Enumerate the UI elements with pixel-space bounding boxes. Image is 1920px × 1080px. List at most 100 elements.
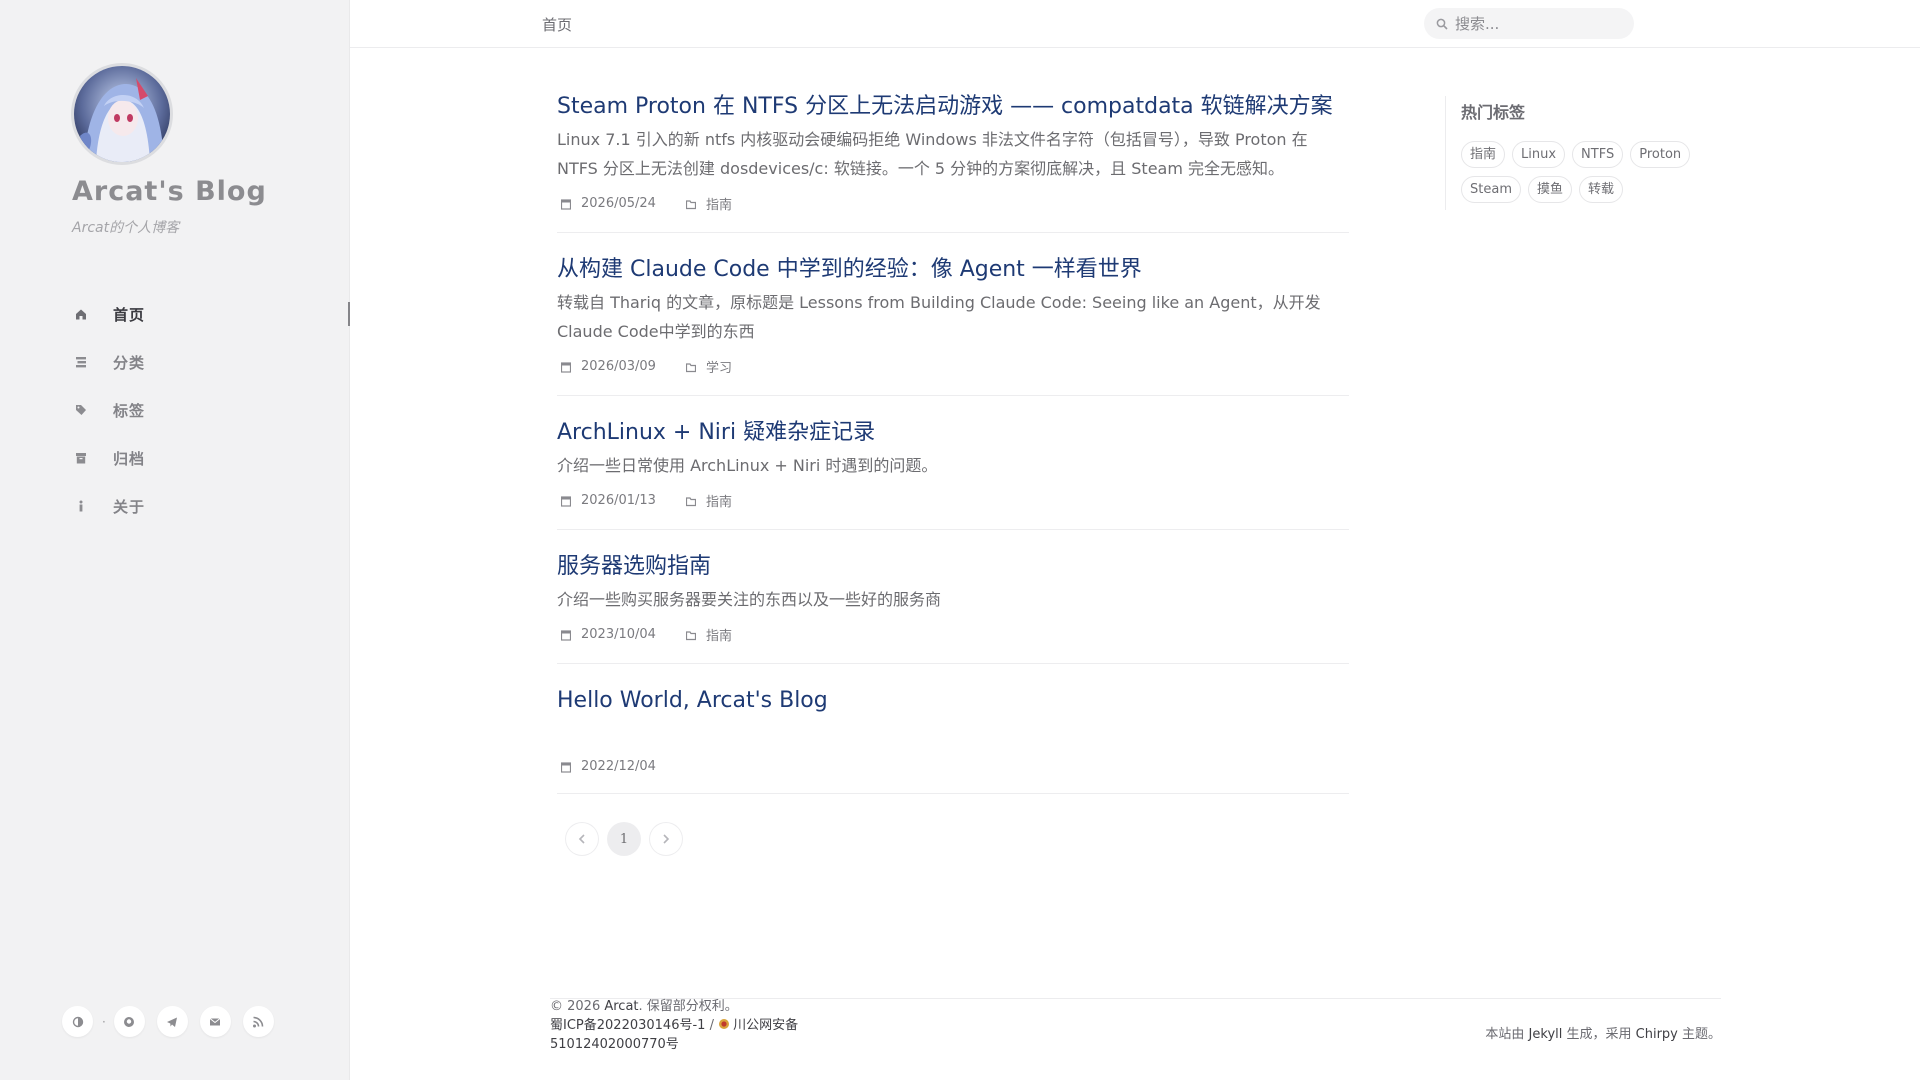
footer-right: 本站由 Jekyll 生成，采用 Chirpy 主题。 — [1485, 1023, 1721, 1042]
post-title[interactable]: Steam Proton 在 NTFS 分区上无法启动游戏 —— compatd… — [557, 92, 1349, 122]
pagination: 1 — [565, 822, 691, 856]
post-date: 2026/05/24 — [581, 196, 656, 211]
folder-icon — [685, 198, 696, 210]
tag-chip[interactable]: Linux — [1512, 141, 1566, 168]
folder-icon — [685, 495, 696, 507]
copyright-line: © 2026 Arcat. 保留部分权利。 — [550, 997, 798, 1016]
search-box[interactable] — [1424, 8, 1634, 39]
police-record-number[interactable]: 51012402000770号 — [550, 1037, 679, 1052]
tag-chip[interactable]: Steam — [1461, 176, 1521, 203]
panel-title: 热门标签 — [1461, 103, 1526, 122]
post-excerpt: 介绍一些日常使用 ArchLinux + Niri 时遇到的问题。 — [557, 456, 938, 475]
sidebar-item-about[interactable]: 关于 — [0, 482, 350, 530]
post-date: 2026/03/09 — [581, 359, 656, 374]
sidebar-item-label: 归档 — [113, 449, 146, 468]
theme-toggle-button[interactable] — [62, 1006, 93, 1037]
tag-chip[interactable]: NTFS — [1572, 141, 1624, 168]
sidebar-item-archives[interactable]: 归档 — [0, 434, 350, 482]
post-card[interactable]: ArchLinux + Niri 疑难杂症记录 介绍一些日常使用 ArchLin… — [557, 396, 1349, 530]
post-category: 指南 — [705, 495, 732, 510]
prev-page-button[interactable] — [565, 822, 599, 856]
folder-icon — [685, 629, 696, 641]
sidebar: Arcat's Blog Arcat的个人博客 首页 分类 标签 归档 关于 · — [0, 0, 350, 1080]
next-page-button[interactable] — [649, 822, 683, 856]
built-prefix: 本站由 — [1485, 1027, 1529, 1042]
post-category: 指南 — [705, 198, 732, 213]
home-icon — [75, 307, 87, 321]
github-icon — [124, 1016, 135, 1027]
post-category: 指南 — [705, 629, 732, 644]
post-excerpt: Linux 7.1 引入的新 ntfs 内核驱动会硬编码拒绝 Windows 非… — [557, 130, 1308, 178]
calendar-icon — [561, 761, 571, 773]
tag-chip[interactable]: Proton — [1630, 141, 1691, 168]
email-icon — [210, 1017, 221, 1025]
topbar: 首页 — [350, 0, 1920, 48]
tag-chip[interactable]: 摸鱼 — [1527, 176, 1572, 203]
author-link[interactable]: Arcat — [604, 999, 638, 1014]
post-meta: 2026/01/13 指南 — [557, 491, 1349, 510]
sidebar-item-tags[interactable]: 标签 — [0, 386, 350, 434]
avatar[interactable] — [74, 66, 170, 162]
tag-chip[interactable]: 指南 — [1461, 141, 1506, 168]
post-card[interactable]: Hello World, Arcat's Blog 2022/12/04 — [557, 664, 1349, 794]
post-excerpt: 转载自 Thariq 的文章，原标题是 Lessons from Buildin… — [557, 293, 1321, 341]
search-input[interactable] — [1455, 14, 1615, 33]
rss-icon — [253, 1016, 264, 1027]
footer: © 2026 Arcat. 保留部分权利。 蜀ICP备2022030146号-1… — [550, 998, 1721, 1058]
email-link[interactable] — [199, 1006, 231, 1037]
icp-separator: / — [705, 1018, 719, 1033]
tag-chip[interactable]: 转载 — [1579, 176, 1624, 203]
archive-icon — [75, 451, 87, 465]
avatar-image — [74, 66, 170, 162]
sidebar-item-label: 关于 — [113, 497, 146, 516]
police-badge-icon — [719, 1019, 730, 1029]
icp-link[interactable]: 蜀ICP备2022030146号-1 — [550, 1018, 705, 1033]
post-card[interactable]: 服务器选购指南 介绍一些购买服务器要关注的东西以及一些好的服务商 2023/10… — [557, 530, 1349, 664]
post-category: 学习 — [705, 361, 732, 376]
icp-line: 蜀ICP备2022030146号-1 / 川公网安备 — [550, 1016, 798, 1035]
post-title[interactable]: 服务器选购指南 — [557, 552, 1349, 582]
post-date: 2026/01/13 — [581, 493, 656, 508]
page-number-button[interactable]: 1 — [607, 822, 641, 856]
post-title[interactable]: Hello World, Arcat's Blog — [557, 686, 1349, 716]
trending-tags-panel: 热门标签 指南 Linux NTFS Proton Steam 摸鱼 转载 — [1445, 96, 1725, 210]
jekyll-link[interactable]: Jekyll — [1529, 1027, 1563, 1042]
post-excerpt: 介绍一些购买服务器要关注的东西以及一些好的服务商 — [557, 590, 942, 609]
post-date: 2022/12/04 — [581, 759, 656, 774]
calendar-icon — [561, 495, 571, 507]
telegram-link[interactable] — [156, 1006, 188, 1037]
built-mid: 生成，采用 — [1562, 1027, 1636, 1042]
info-icon — [75, 499, 87, 513]
post-card[interactable]: 从构建 Claude Code 中学到的经验：像 Agent 一样看世界 转载自… — [557, 233, 1349, 396]
github-link[interactable] — [113, 1006, 145, 1037]
post-card[interactable]: Steam Proton 在 NTFS 分区上无法启动游戏 —— compatd… — [557, 48, 1349, 233]
chevron-left-icon — [578, 834, 585, 844]
calendar-icon — [561, 361, 571, 373]
site-title[interactable]: Arcat's Blog — [72, 176, 267, 207]
police-number-line: 51012402000770号 — [550, 1035, 798, 1054]
post-meta: 2023/10/04 指南 — [557, 625, 1349, 644]
post-title[interactable]: 从构建 Claude Code 中学到的经验：像 Agent 一样看世界 — [557, 255, 1349, 285]
police-record-link[interactable]: 川公网安备 — [733, 1018, 798, 1033]
sidebar-item-label: 标签 — [113, 401, 146, 420]
built-suffix: 主题。 — [1677, 1027, 1721, 1042]
sidebar-item-categories[interactable]: 分类 — [0, 338, 350, 386]
separator-dot: · — [102, 1014, 106, 1029]
copyright-prefix: © 2026 — [550, 999, 605, 1014]
tag-list: 指南 Linux NTFS Proton Steam 摸鱼 转载 — [1461, 141, 1721, 211]
calendar-icon — [561, 198, 571, 210]
chevron-right-icon — [663, 834, 670, 844]
post-meta: 2026/03/09 学习 — [557, 357, 1349, 376]
search-icon — [1436, 18, 1448, 30]
chirpy-link[interactable]: Chirpy — [1636, 1027, 1678, 1042]
breadcrumb: 首页 — [542, 16, 573, 34]
site-subtitle: Arcat的个人博客 — [72, 220, 180, 236]
telegram-icon — [167, 1017, 178, 1027]
rss-link[interactable] — [242, 1006, 274, 1037]
theme-toggle-icon — [72, 1016, 83, 1027]
sidebar-nav: 首页 分类 标签 归档 关于 — [0, 290, 350, 530]
post-title[interactable]: ArchLinux + Niri 疑难杂症记录 — [557, 418, 1349, 448]
calendar-icon — [561, 629, 571, 641]
sidebar-item-label: 首页 — [113, 305, 146, 324]
sidebar-item-home[interactable]: 首页 — [0, 290, 350, 338]
